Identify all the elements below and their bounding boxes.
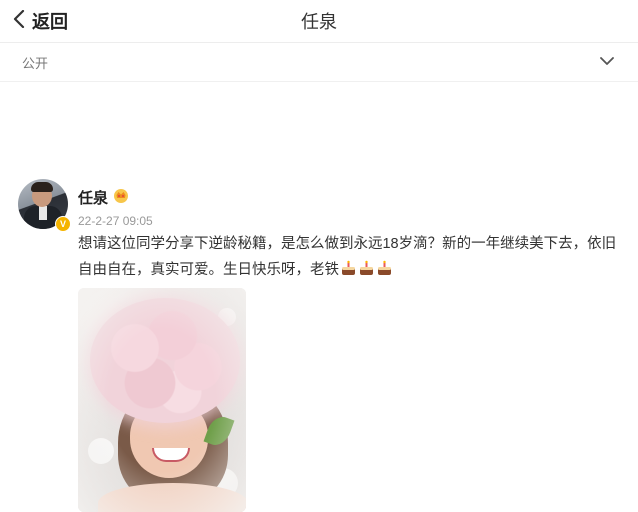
post-timestamp: 22-2-27 09:05 [78,214,153,228]
verified-badge: V [55,216,71,232]
author-name[interactable]: 任泉 [78,187,108,208]
post-photo[interactable] [78,288,246,512]
back-button[interactable]: 返回 [12,0,68,42]
chevron-down-icon [600,53,614,71]
cake-icon [339,260,357,278]
back-label: 返回 [32,12,68,32]
post-text-block: 想请这位同学分享下逆龄秘籍，是怎么做到永远18岁滴？新的一年继续美下去，依旧自由… [78,231,626,283]
author-row: 任泉 [78,187,129,208]
top-navigation-bar: 返回 任泉 [0,0,638,43]
visibility-selector[interactable]: 公开 [0,43,638,82]
page-title: 任泉 [301,12,337,32]
visibility-label: 公开 [22,55,49,71]
cake-icon [375,260,393,278]
avatar[interactable]: V [18,179,71,232]
cake-icon [357,260,375,278]
crown-icon [108,187,129,208]
chevron-left-icon [12,9,26,33]
